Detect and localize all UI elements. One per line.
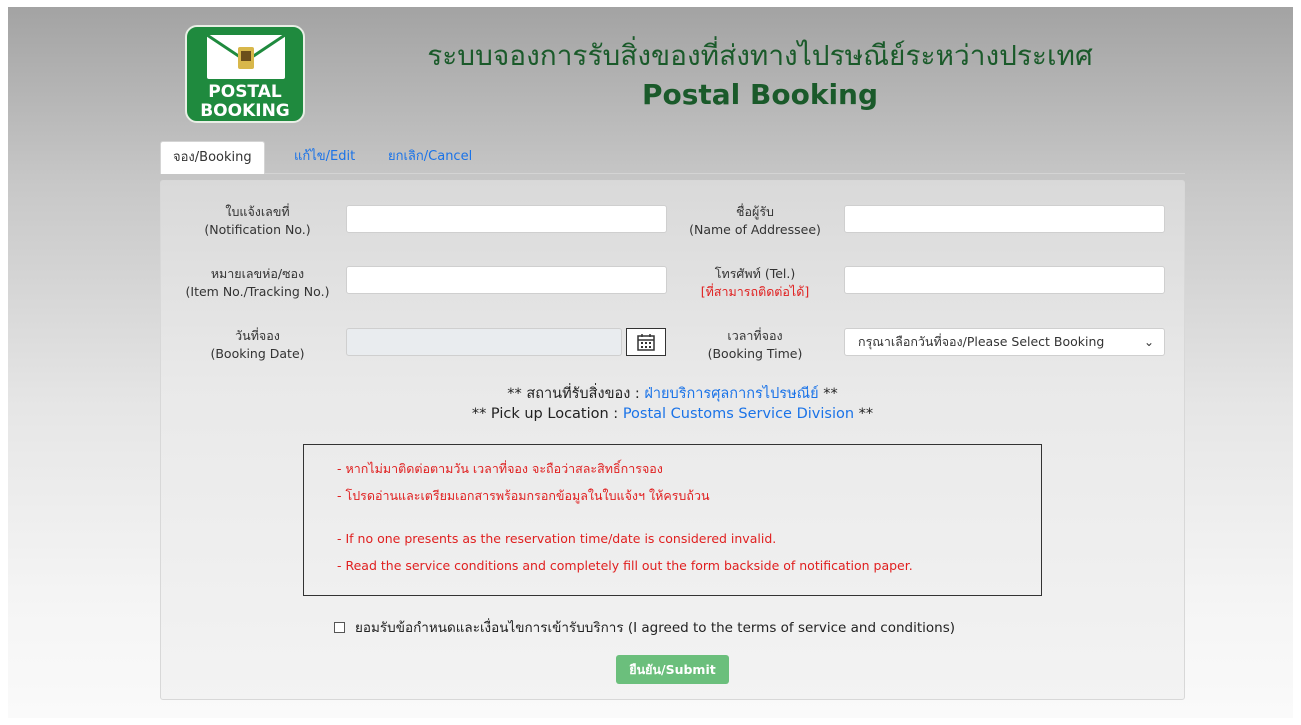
tel-label: โทรศัพท์ (Tel.) [ที่สามารถติดต่อได้] xyxy=(680,265,830,301)
tab-cancel[interactable]: ยกเลิก/Cancel xyxy=(376,141,484,173)
addressee-name-input[interactable] xyxy=(844,205,1165,233)
pickup-location-thai-suffix: ** xyxy=(823,386,838,402)
addressee-label: ชื่อผู้รับ (Name of Addressee) xyxy=(680,203,830,239)
booking-time-selected-value: กรุณาเลือกวันที่จอง/Please Select Bookin… xyxy=(858,334,1105,349)
booking-time-label-th: เวลาที่จอง xyxy=(727,328,783,343)
booking-time-select[interactable]: กรุณาเลือกวันที่จอง/Please Select Bookin… xyxy=(844,328,1165,356)
submit-button[interactable]: ยืนยัน/Submit xyxy=(616,655,729,684)
calendar-icon xyxy=(637,334,655,351)
addressee-label-th: ชื่อผู้รับ xyxy=(736,204,774,219)
envelope-icon xyxy=(207,35,285,79)
booking-date-label-en: (Booking Date) xyxy=(210,346,305,361)
notice-line: - Read the service conditions and comple… xyxy=(337,558,913,573)
item-tracking-no-input[interactable] xyxy=(346,266,667,294)
tel-label-th: โทรศัพท์ (Tel.) xyxy=(714,266,796,281)
tab-edit[interactable]: แก้ไข/Edit xyxy=(282,141,367,173)
pickup-location-english: ** Pick up Location : Postal Customs Ser… xyxy=(160,406,1185,422)
addressee-label-en: (Name of Addressee) xyxy=(689,222,821,237)
logo-text-booking: BOOKING xyxy=(200,101,290,121)
tel-label-note: [ที่สามารถติดต่อได้] xyxy=(700,284,810,299)
calendar-button[interactable] xyxy=(626,328,666,356)
notification-no-label-en: (Notification No.) xyxy=(204,222,311,237)
booking-time-label: เวลาที่จอง (Booking Time) xyxy=(680,327,830,363)
notice-line: - หากไม่มาติดต่อตามวัน เวลาที่จอง จะถือว… xyxy=(337,461,663,476)
logo-text-postal: POSTAL xyxy=(208,82,282,102)
notice-line: - โปรดอ่านและเตรียมเอกสารพร้อมกรอกข้อมูล… xyxy=(337,488,710,503)
notice-box: - หากไม่มาติดต่อตามวัน เวลาที่จอง จะถือว… xyxy=(303,444,1042,596)
booking-date-input[interactable] xyxy=(346,328,622,356)
notification-no-label: ใบแจ้งเลขที่ (Notification No.) xyxy=(180,203,335,239)
terms-checkbox[interactable] xyxy=(334,621,345,633)
pickup-location-english-prefix: ** Pick up Location : xyxy=(471,406,619,422)
chevron-down-icon: ⌄ xyxy=(1143,335,1154,349)
tab-booking[interactable]: จอง/Booking xyxy=(160,141,265,174)
booking-date-label-th: วันที่จอง xyxy=(235,328,280,343)
item-no-label-en: (Item No./Tracking No.) xyxy=(185,284,330,299)
page-title-english: Postal Booking xyxy=(641,78,879,111)
notification-no-input[interactable] xyxy=(346,205,667,233)
notice-line: - If no one presents as the reservation … xyxy=(337,531,777,546)
pickup-location-english-suffix: ** xyxy=(858,406,874,422)
pickup-location-thai: ** สถานที่รับสิ่งของ : ฝ่ายบริการศุลกากร… xyxy=(160,382,1185,405)
postal-booking-logo: POSTAL BOOKING xyxy=(185,25,305,123)
item-no-label: หมายเลขห่อ/ซอง (Item No./Tracking No.) xyxy=(175,265,340,301)
booking-time-label-en: (Booking Time) xyxy=(707,346,803,361)
item-no-label-th: หมายเลขห่อ/ซอง xyxy=(210,266,305,281)
pickup-location-thai-prefix: ** สถานที่รับสิ่งของ : xyxy=(507,386,640,402)
pickup-location-english-place: Postal Customs Service Division xyxy=(622,406,855,422)
tel-input[interactable] xyxy=(844,266,1165,294)
pickup-location-thai-place: ฝ่ายบริการศุลกากรไปรษณีย์ xyxy=(644,386,819,402)
terms-label: ยอมรับข้อกำหนดและเงื่อนไขการเข้ารับบริกา… xyxy=(355,620,956,636)
booking-date-label: วันที่จอง (Booking Date) xyxy=(180,327,335,363)
page-title-thai: ระบบจองการรับสิ่งของที่ส่งทางไปรษณีย์ระห… xyxy=(427,39,1093,72)
tabs-divider xyxy=(160,173,1185,174)
terms-agreement[interactable]: ยอมรับข้อกำหนดและเงื่อนไขการเข้ารับบริกา… xyxy=(334,616,955,638)
notification-no-label-th: ใบแจ้งเลขที่ xyxy=(225,204,290,219)
